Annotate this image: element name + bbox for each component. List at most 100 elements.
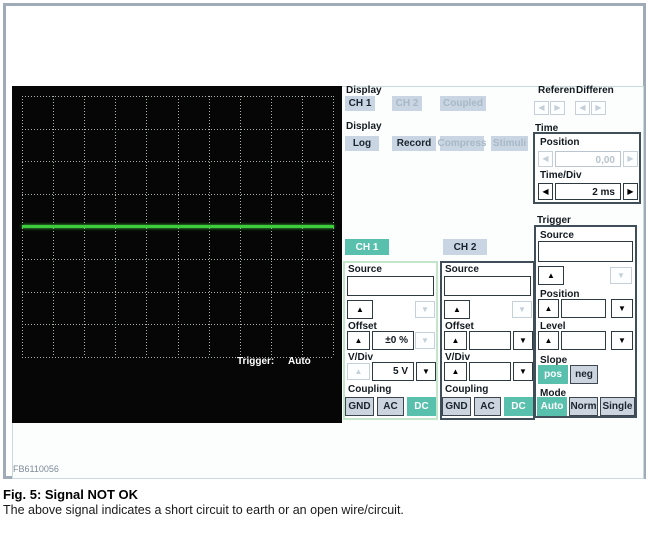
ch1-vdiv-field[interactable]: 5 V xyxy=(372,362,414,381)
time-div-field[interactable]: 2 ms xyxy=(555,183,621,200)
time-position-decrement-button[interactable]: ◀ xyxy=(538,151,553,167)
ch2-coupling-ac-button[interactable]: AC xyxy=(474,397,501,416)
right-arrow-icon: ▶ xyxy=(595,103,602,112)
time-div-decrement-button[interactable]: ◀ xyxy=(538,183,553,200)
display-coupled-button[interactable]: Coupled xyxy=(440,96,486,111)
left-arrow-icon: ◀ xyxy=(579,103,586,112)
up-arrow-icon: ▲ xyxy=(544,335,553,345)
right-arrow-icon: ▶ xyxy=(627,154,634,163)
ch1-source-label: Source xyxy=(348,264,382,275)
tab-ch2[interactable]: CH 2 xyxy=(443,239,487,255)
ch2-source-label: Source xyxy=(445,264,479,275)
trigger-mode-auto-button[interactable]: Auto xyxy=(537,397,567,416)
ch1-coupling-gnd-button[interactable]: GND xyxy=(345,397,374,416)
caption-text: The above signal indicates a short circu… xyxy=(3,503,404,517)
up-arrow-icon: ▲ xyxy=(451,366,460,376)
trigger-source-label: Source xyxy=(540,230,574,241)
reference-prev-button[interactable]: ◀ xyxy=(534,101,549,115)
trigger-source-down-button[interactable]: ▼ xyxy=(610,267,632,284)
ch2-coupling-gnd-button[interactable]: GND xyxy=(442,397,471,416)
down-arrow-icon: ▼ xyxy=(617,270,625,280)
display-record-button[interactable]: Record xyxy=(392,136,436,151)
left-arrow-icon: ◀ xyxy=(538,103,545,112)
caption-title: Fig. 5: Signal NOT OK xyxy=(3,487,139,502)
time-div-label: Time/Div xyxy=(540,170,582,181)
trigger-source-field[interactable] xyxy=(538,241,633,262)
oscilloscope-display: Trigger: Auto xyxy=(12,86,342,423)
ch2-coupling-label: Coupling xyxy=(445,384,489,395)
ch1-coupling-dc-button[interactable]: DC xyxy=(407,397,436,416)
ch2-source-up-button[interactable]: ▲ xyxy=(444,300,470,319)
trigger-position-field[interactable] xyxy=(561,299,606,318)
reference-next-button[interactable]: ▶ xyxy=(550,101,565,115)
differential-next-button[interactable]: ▶ xyxy=(591,101,606,115)
differential-label: Differen xyxy=(576,85,614,96)
tab-ch1[interactable]: CH 1 xyxy=(345,239,389,255)
figure-code: FB6110056 xyxy=(13,464,59,474)
display-ch1-button[interactable]: CH 1 xyxy=(345,96,375,111)
time-position-label: Position xyxy=(540,137,580,148)
ch2-vdiv-up-button[interactable]: ▲ xyxy=(444,362,467,381)
ch1-source-field[interactable] xyxy=(347,276,434,296)
trigger-level-field[interactable] xyxy=(561,331,606,350)
trigger-position-down-button[interactable]: ▼ xyxy=(611,299,633,318)
display-ch2-button[interactable]: CH 2 xyxy=(392,96,422,111)
ch1-vdiv-label: V/Div xyxy=(348,352,374,363)
up-arrow-icon: ▲ xyxy=(547,270,555,280)
down-arrow-icon: ▼ xyxy=(421,304,429,314)
up-arrow-icon: ▲ xyxy=(453,304,461,314)
up-arrow-icon: ▲ xyxy=(451,335,460,345)
down-arrow-icon: ▼ xyxy=(422,366,430,376)
down-arrow-icon: ▼ xyxy=(618,335,626,345)
reference-label: Referen xyxy=(538,85,576,96)
left-arrow-icon: ◀ xyxy=(542,154,549,163)
ch2-offset-up-button[interactable]: ▲ xyxy=(444,331,467,350)
time-position-increment-button[interactable]: ▶ xyxy=(623,151,638,167)
down-arrow-icon: ▼ xyxy=(618,303,626,313)
differential-prev-button[interactable]: ◀ xyxy=(575,101,590,115)
up-arrow-icon: ▲ xyxy=(544,303,553,313)
ch1-coupling-label: Coupling xyxy=(348,384,392,395)
up-arrow-icon: ▲ xyxy=(354,366,363,376)
time-div-increment-button[interactable]: ▶ xyxy=(623,183,638,200)
display-compress-button[interactable]: Compress xyxy=(438,136,486,151)
ch2-source-field[interactable] xyxy=(444,276,531,296)
ch1-source-up-button[interactable]: ▲ xyxy=(347,300,373,319)
figure: Trigger: Auto Display CH 1 CH 2 Coupled … xyxy=(0,0,648,533)
trigger-readout-label: Trigger: xyxy=(237,356,275,367)
up-arrow-icon: ▲ xyxy=(356,304,364,314)
ch2-vdiv-down-button[interactable]: ▼ xyxy=(513,362,533,381)
trigger-source-up-button[interactable]: ▲ xyxy=(538,266,564,285)
ch2-offset-down-button[interactable]: ▼ xyxy=(513,331,533,350)
ch1-source-down-button[interactable]: ▼ xyxy=(415,301,435,318)
ch2-source-down-button[interactable]: ▼ xyxy=(512,301,532,318)
ch1-vdiv-down-button[interactable]: ▼ xyxy=(416,362,436,381)
right-arrow-icon: ▶ xyxy=(627,186,634,196)
display-log-button[interactable]: Log xyxy=(345,136,379,151)
down-arrow-icon: ▼ xyxy=(519,335,527,345)
trigger-mode-single-button[interactable]: Single xyxy=(600,397,635,416)
display-channels-label: Display xyxy=(346,85,382,96)
ch1-offset-field[interactable]: ±0 % xyxy=(372,331,414,350)
trigger-mode-norm-button[interactable]: Norm xyxy=(569,397,598,416)
trigger-level-down-button[interactable]: ▼ xyxy=(611,331,633,350)
display-stimuli-button[interactable]: Stimuli xyxy=(491,136,528,151)
down-arrow-icon: ▼ xyxy=(421,335,429,345)
down-arrow-icon: ▼ xyxy=(518,304,526,314)
trigger-level-up-button[interactable]: ▲ xyxy=(538,331,559,350)
up-arrow-icon: ▲ xyxy=(354,335,363,345)
trigger-position-up-button[interactable]: ▲ xyxy=(538,299,559,318)
ch1-vdiv-up-button[interactable]: ▲ xyxy=(347,363,370,380)
ch2-vdiv-field[interactable] xyxy=(469,362,511,381)
trigger-slope-pos-button[interactable]: pos xyxy=(538,365,568,384)
ch2-offset-field[interactable] xyxy=(469,331,511,350)
display-modes-label: Display xyxy=(346,121,382,132)
time-position-field: 0,00 xyxy=(555,151,621,167)
ch1-offset-down-button[interactable]: ▼ xyxy=(415,332,435,349)
trigger-slope-neg-button[interactable]: neg xyxy=(570,365,598,384)
down-arrow-icon: ▼ xyxy=(519,366,527,376)
ch2-coupling-dc-button[interactable]: DC xyxy=(504,397,533,416)
ch1-coupling-ac-button[interactable]: AC xyxy=(377,397,404,416)
ch1-offset-up-button[interactable]: ▲ xyxy=(347,331,370,350)
trigger-readout-value: Auto xyxy=(288,356,311,367)
